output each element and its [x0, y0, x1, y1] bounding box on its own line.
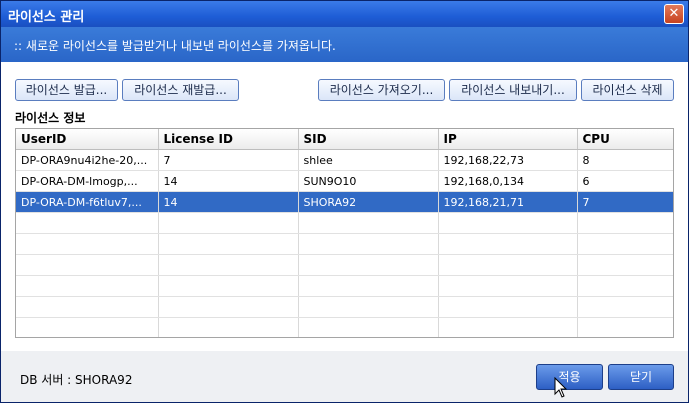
export-license-button[interactable]: 라이선스 내보내기... — [449, 79, 577, 101]
empty-row — [16, 233, 673, 255]
delete-license-button[interactable]: 라이선스 삭제 — [581, 79, 674, 101]
reissue-license-button[interactable]: 라이선스 재발급... — [122, 79, 239, 101]
cell-license-id: 14 — [158, 170, 299, 192]
cell-sid: SHORA92 — [298, 191, 439, 213]
section-title: 라이선스 정보 — [15, 111, 86, 125]
empty-row — [16, 296, 673, 318]
banner-text: :: 새로운 라이선스를 발급받거나 내보낸 라이선스를 가져옵니다. — [14, 39, 336, 53]
window-title: 라이선스 관리 — [8, 10, 85, 25]
empty-row — [16, 254, 673, 276]
cell-cpu: 7 — [577, 191, 673, 213]
main-panel: 라이선스 발급... 라이선스 재발급... 라이선스 가져오기... 라이선스… — [1, 62, 688, 351]
column-header-ip[interactable]: IP — [438, 129, 578, 150]
cell-userid: DP-ORA-DM-lmogp,... — [16, 170, 159, 192]
info-banner: :: 새로운 라이선스를 발급받거나 내보낸 라이선스를 가져옵니다. — [1, 27, 688, 62]
table-row[interactable]: DP-ORA9nu4i2he-20,... 7 shlee 192,168,22… — [16, 149, 673, 171]
cell-cpu: 6 — [577, 170, 673, 192]
table-row[interactable]: DP-ORA-DM-lmogp,... 14 SUN9O10 192,168,0… — [16, 170, 673, 192]
footer-bar: DB 서버 : SHORA92 적용 닫기 — [1, 351, 688, 402]
license-management-window: 라이선스 관리 ✕ :: 새로운 라이선스를 발급받거나 내보낸 라이선스를 가… — [0, 0, 689, 403]
close-button[interactable]: 닫기 — [608, 364, 674, 390]
cell-ip: 192,168,0,134 — [438, 170, 578, 192]
cell-sid: SUN9O10 — [298, 170, 439, 192]
db-server-label: DB 서버 : SHORA92 — [20, 373, 133, 387]
column-header-sid[interactable]: SID — [298, 129, 439, 150]
apply-button[interactable]: 적용 — [536, 364, 603, 390]
cell-ip: 192,168,22,73 — [438, 149, 578, 171]
empty-row — [16, 275, 673, 297]
cell-sid: shlee — [298, 149, 439, 171]
cell-ip: 192,168,21,71 — [438, 191, 578, 213]
table-row-selected[interactable]: DP-ORA-DM-f6tluv7,... 14 SHORA92 192,168… — [16, 191, 673, 213]
empty-row — [16, 317, 673, 337]
column-header-userid[interactable]: UserID — [16, 129, 159, 150]
table-header-row: UserID License ID SID IP CPU — [16, 129, 673, 150]
column-header-license-id[interactable]: License ID — [158, 129, 299, 150]
empty-row — [16, 212, 673, 234]
column-header-cpu[interactable]: CPU — [577, 129, 673, 150]
close-icon[interactable]: ✕ — [664, 4, 684, 24]
cell-license-id: 14 — [158, 191, 299, 213]
cell-cpu: 8 — [577, 149, 673, 171]
issue-license-button[interactable]: 라이선스 발급... — [15, 79, 118, 101]
import-license-button[interactable]: 라이선스 가져오기... — [318, 79, 445, 101]
title-bar[interactable]: 라이선스 관리 ✕ — [1, 1, 688, 27]
license-table[interactable]: UserID License ID SID IP CPU DP-ORA9nu4i… — [15, 128, 674, 338]
cell-license-id: 7 — [158, 149, 299, 171]
cell-userid: DP-ORA-DM-f6tluv7,... — [16, 191, 159, 213]
cell-userid: DP-ORA9nu4i2he-20,... — [16, 149, 159, 171]
